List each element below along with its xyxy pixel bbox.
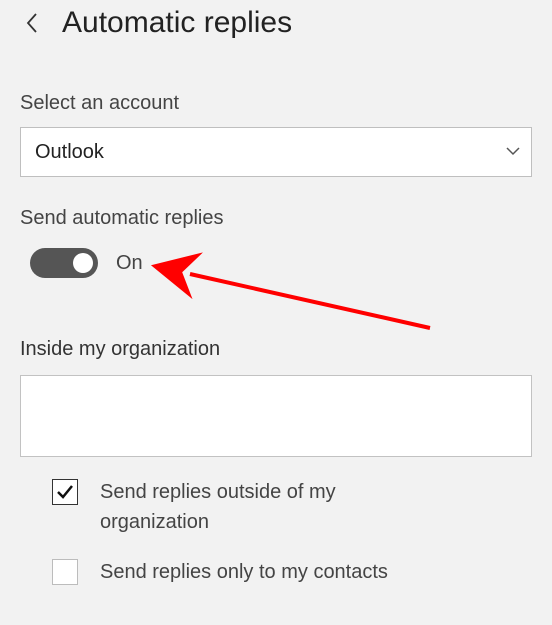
account-label: Select an account xyxy=(20,92,532,115)
only-contacts-checkbox[interactable] xyxy=(52,559,78,585)
inside-org-label: Inside my organization xyxy=(20,338,532,361)
only-contacts-row: Send replies only to my contacts xyxy=(52,557,532,587)
auto-reply-state: On xyxy=(116,252,143,275)
back-button[interactable] xyxy=(20,11,44,35)
only-contacts-label: Send replies only to my contacts xyxy=(100,557,388,587)
auto-reply-toggle[interactable] xyxy=(30,248,98,278)
send-outside-checkbox[interactable] xyxy=(52,479,78,505)
toggle-knob xyxy=(73,253,93,273)
page-title: Automatic replies xyxy=(62,6,292,40)
account-select[interactable]: Outlook xyxy=(20,127,532,177)
check-icon xyxy=(56,483,74,501)
send-outside-label: Send replies outside of my organization xyxy=(100,477,440,537)
auto-reply-toggle-row: On xyxy=(30,248,532,278)
send-outside-row: Send replies outside of my organization xyxy=(52,477,532,537)
page-header: Automatic replies xyxy=(20,0,532,50)
account-select-wrap: Outlook xyxy=(20,127,532,177)
auto-reply-label: Send automatic replies xyxy=(20,207,532,230)
inside-org-textarea[interactable] xyxy=(20,375,532,457)
chevron-left-icon xyxy=(25,12,39,34)
